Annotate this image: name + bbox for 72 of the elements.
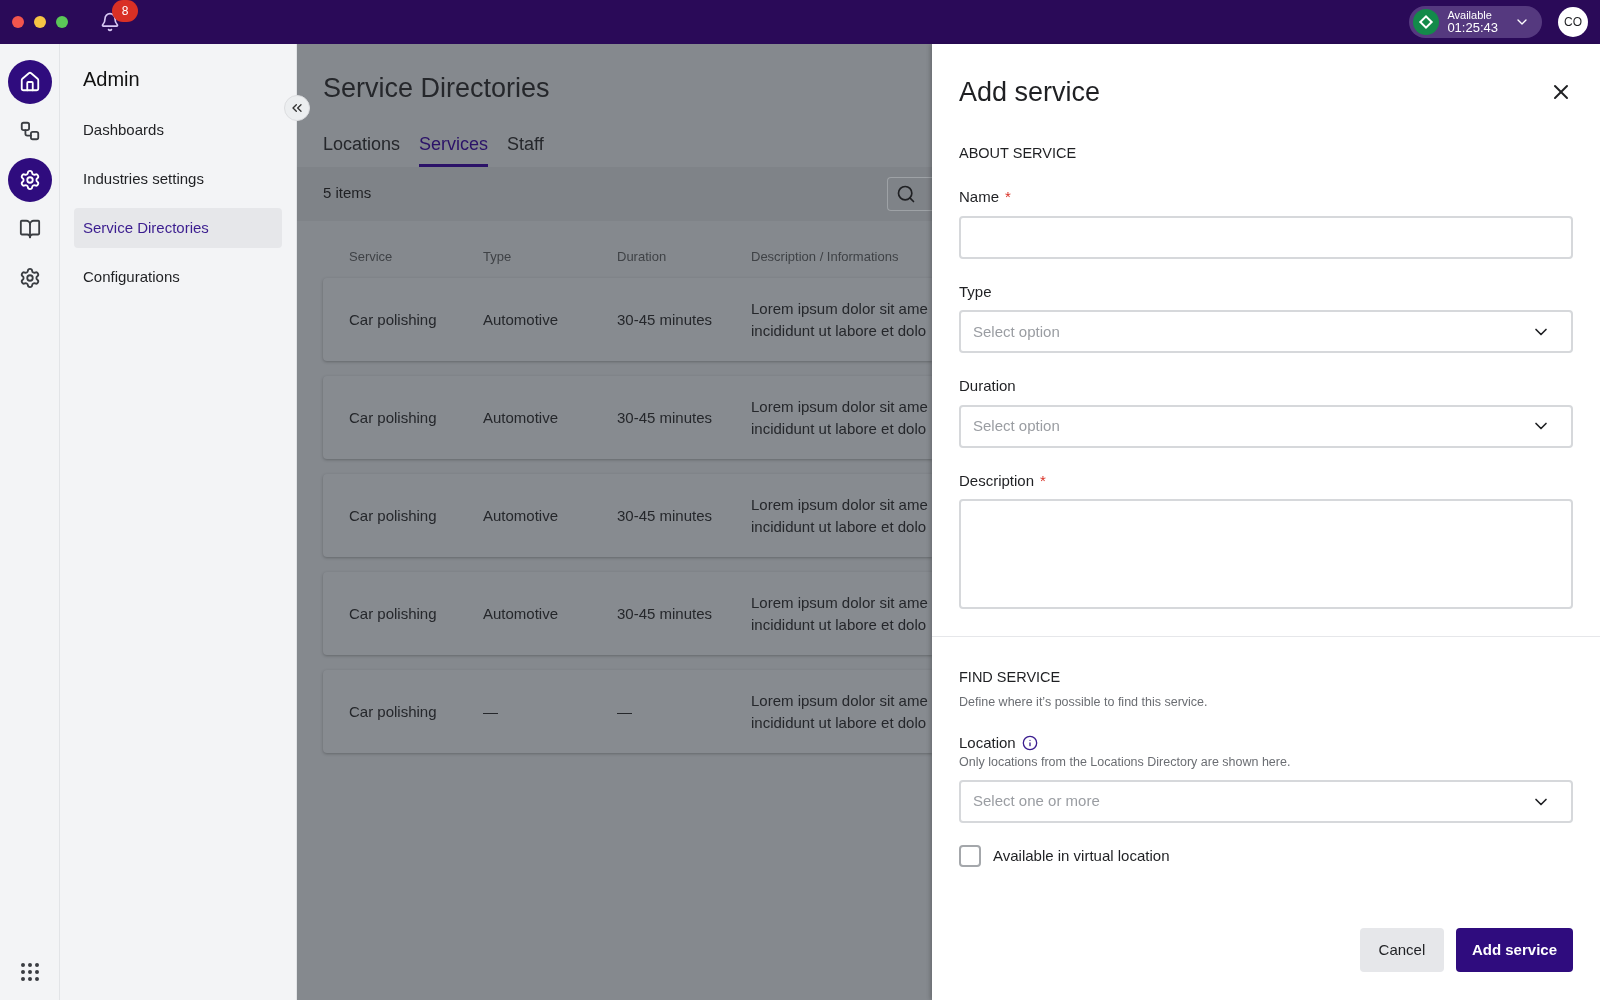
table-row[interactable]: Car polishing Automotive 30-45 minutes Lorem ipsum dolor sit ame incididunt ut labore et dolo: [323, 278, 932, 361]
column-header: Description / Informations: [751, 247, 900, 266]
home-icon: [18, 71, 41, 93]
tab[interactable]: Staff: [507, 130, 544, 167]
nav-item[interactable]: Service Directories: [74, 208, 282, 248]
nav-item[interactable]: Industries settings: [74, 159, 282, 199]
tab[interactable]: Locations: [323, 130, 401, 167]
field-label: Location: [959, 732, 1016, 753]
table-row[interactable]: Car polishing Automotive 30-45 minutes Lorem ipsum dolor sit ame incididunt ut labore et dolo: [323, 572, 932, 655]
table-cell-text: Car polishing: [349, 309, 438, 330]
column-header: Type: [483, 247, 513, 266]
nav-item[interactable]: Configurations: [74, 257, 282, 297]
table-cell-text: Car polishing: [349, 407, 438, 428]
table-cell-text: Lorem ipsum dolor sit ame incididunt ut labore et dolo: [751, 690, 929, 733]
checkbox-label: Available in virtual location: [993, 846, 1170, 866]
table-cell-text: 30-45 minutes: [617, 603, 714, 624]
table-cell-text: Lorem ipsum dolor sit ame incididunt ut labore et dolo: [751, 592, 929, 635]
table-cell-text: Car polishing: [349, 701, 438, 722]
table-cell-text: Automotive: [483, 505, 560, 526]
user-avatar[interactable]: CO: [1558, 7, 1588, 37]
section-subtitle: Define where it’s possible to find this service.: [959, 694, 1209, 711]
drawer-title: Add service: [959, 76, 1101, 109]
page-title: Service Directories: [323, 72, 551, 105]
nav-item[interactable]: Dashboards: [74, 110, 282, 150]
table-cell-text: Lorem ipsum dolor sit ame incididunt ut labore et dolo: [751, 298, 929, 341]
required-mark: *: [1040, 470, 1046, 491]
table-row[interactable]: Car polishing — — Lorem ipsum dolor sit ame incididunt ut labore et dolo: [323, 670, 932, 753]
nav-title: Admin: [82, 67, 141, 92]
cancel-button[interactable]: Cancel: [1359, 928, 1444, 972]
rail-button[interactable]: [7, 60, 52, 104]
info-icon[interactable]: [1021, 735, 1038, 751]
table-cell-text: —: [483, 701, 499, 722]
table-cell-text: 30-45 minutes: [617, 407, 714, 428]
settings-icon: [18, 267, 41, 289]
table-cell-text: Car polishing: [349, 603, 438, 624]
book-icon: [18, 218, 41, 240]
column-header: Service: [349, 247, 394, 266]
table-cell-text: Automotive: [483, 407, 560, 428]
field-label: Type: [959, 281, 992, 302]
checkbox[interactable]: [959, 845, 981, 868]
table-cell-text: —: [617, 701, 633, 722]
section-heading: FIND SERVICE: [959, 668, 1062, 688]
select-field[interactable]: Select one or more: [959, 780, 1573, 823]
select-field[interactable]: Select option: [959, 310, 1573, 354]
field-hint: Only locations from the Locations Directory are shown here.: [959, 754, 1292, 772]
table-cell-text: Lorem ipsum dolor sit ame incididunt ut labore et dolo: [751, 494, 929, 537]
column-header: Duration: [617, 247, 668, 266]
field-label: Name: [959, 187, 999, 208]
rail-button[interactable]: [7, 158, 52, 202]
table-row[interactable]: Car polishing Automotive 30-45 minutes Lorem ipsum dolor sit ame incididunt ut labore et dolo: [323, 376, 932, 459]
table-cell-text: Lorem ipsum dolor sit ame incididunt ut labore et dolo: [751, 396, 929, 439]
table-cell-text: Automotive: [483, 309, 560, 330]
status-dropdown[interactable]: Available 01:25:43: [1409, 6, 1542, 38]
table-cell-text: 30-45 minutes: [617, 309, 714, 330]
table-cell-text: Car polishing: [349, 505, 438, 526]
flow-icon: [18, 120, 41, 142]
required-mark: *: [1005, 187, 1011, 208]
settings-icon: [18, 169, 41, 191]
table-cell-text: Automotive: [483, 603, 560, 624]
collapse-icon[interactable]: [284, 95, 310, 121]
field-label: Description: [959, 470, 1035, 491]
name-input[interactable]: [959, 215, 1573, 259]
table-cell-text: 30-45 minutes: [617, 505, 714, 526]
field-label: Duration: [959, 376, 1016, 397]
table-row[interactable]: Car polishing Automotive 30-45 minutes Lorem ipsum dolor sit ame incididunt ut labore et dolo: [323, 474, 932, 557]
item-count: 5 items: [323, 183, 372, 204]
select-field[interactable]: Select option: [959, 404, 1573, 448]
search-icon: [896, 183, 916, 204]
add-service-button[interactable]: Add service: [1455, 928, 1573, 972]
notification-badge: 8: [112, 0, 138, 22]
bell-icon[interactable]: [100, 12, 120, 32]
section-heading: ABOUT SERVICE: [959, 143, 1078, 163]
